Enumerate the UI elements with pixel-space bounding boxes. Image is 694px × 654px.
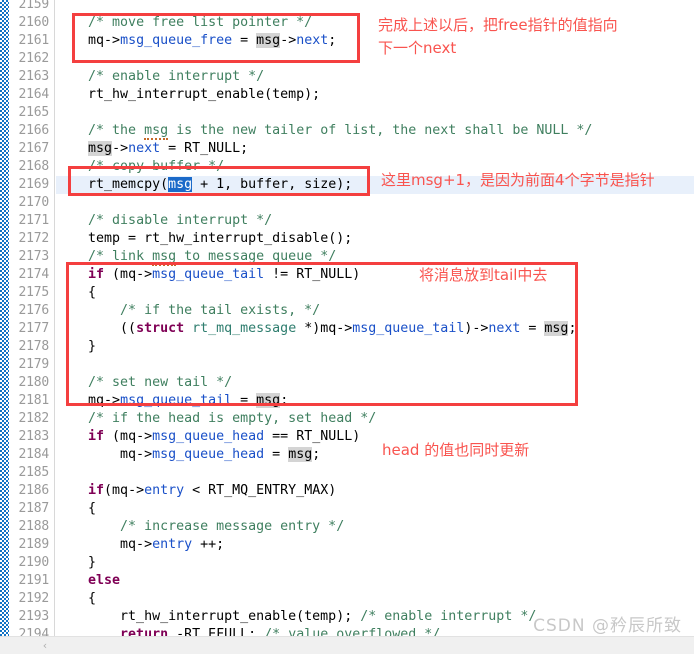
line-number: 2164: [18, 87, 49, 102]
line-number: 2184: [18, 447, 49, 462]
line-number: 2169: [18, 177, 49, 192]
annotation-free-pointer-line2: 下一个next: [378, 39, 457, 57]
annotation-free-pointer-line1: 完成上述以后，把free指针的值指向: [378, 16, 618, 34]
line-number: 2192: [18, 591, 49, 606]
code-line-2187[interactable]: {: [56, 500, 96, 518]
line-number: 2160: [18, 15, 49, 30]
line-number: 2159: [18, 0, 49, 12]
code-line-2188[interactable]: /* increase message entry */: [56, 518, 344, 536]
line-number: 2182: [18, 411, 49, 426]
line-number: 2189: [18, 537, 49, 552]
line-number: 2176: [18, 303, 49, 318]
code-line-2178[interactable]: }: [56, 338, 96, 356]
line-number: 2162: [18, 51, 49, 66]
line-number: 2172: [18, 231, 49, 246]
match-highlight-msg: msg: [256, 393, 281, 408]
annotation-memcpy-note: 这里msg+1，是因为前面4个字节是指针: [381, 171, 655, 189]
code-line-2184[interactable]: mq->msg_queue_head = msg;: [56, 446, 320, 464]
code-line-2173[interactable]: /* link msg to message queue */: [56, 248, 336, 266]
code-line-2189[interactable]: mq->entry ++;: [56, 536, 224, 554]
annotation-tail-note: 将消息放到tail中去: [419, 266, 548, 284]
code-text-area[interactable]: /* move free list pointer */ mq->msg_que…: [56, 0, 694, 636]
line-number: 2177: [18, 321, 49, 336]
line-number: 2165: [18, 105, 49, 120]
code-line-2191[interactable]: else: [56, 572, 120, 590]
match-highlight-msg: msg: [288, 447, 313, 462]
line-number: 2186: [18, 483, 49, 498]
code-line-2161[interactable]: mq->msg_queue_free = msg->next;: [56, 32, 336, 50]
active-selection-msg: msg: [168, 177, 193, 192]
line-number: 2175: [18, 285, 49, 300]
code-line-2164[interactable]: rt_hw_interrupt_enable(temp);: [56, 86, 320, 104]
line-number: 2168: [18, 159, 49, 174]
match-highlight-msg: msg: [256, 33, 281, 48]
csdn-watermark: CSDN @矜辰所致: [533, 616, 682, 636]
line-number: 2167: [18, 141, 49, 156]
code-line-2166[interactable]: /* the msg is the new tailer of list, th…: [56, 122, 592, 140]
line-number: 2173: [18, 249, 49, 264]
line-number: 2161: [18, 33, 49, 48]
line-number: 2187: [18, 501, 49, 516]
code-line-2192[interactable]: {: [56, 590, 96, 608]
code-line-2172[interactable]: temp = rt_hw_interrupt_disable();: [56, 230, 352, 248]
line-number: 2193: [18, 609, 49, 624]
code-line-2183[interactable]: if (mq->msg_queue_head == RT_NULL): [56, 428, 360, 446]
code-line-2176[interactable]: /* if the tail exists, */: [56, 302, 320, 320]
code-line-2168[interactable]: /* copy buffer */: [56, 158, 224, 176]
horizontal-scrollbar[interactable]: ‹: [0, 636, 694, 654]
code-line-2194[interactable]: return -RT_EFULL; /* value overflowed */: [56, 626, 440, 636]
horizontal-scrollbar-thumb[interactable]: [56, 639, 576, 652]
code-line-2177[interactable]: ((struct rt_mq_message *)mq->msg_queue_t…: [56, 320, 576, 338]
line-number: 2166: [18, 123, 49, 138]
spellcheck-squiggle: msg: [152, 249, 177, 266]
code-line-2171[interactable]: /* disable interrupt */: [56, 212, 272, 230]
code-line-2175[interactable]: {: [56, 284, 96, 302]
line-number: 2179: [18, 357, 49, 372]
code-line-2193[interactable]: rt_hw_interrupt_enable(temp); /* enable …: [56, 608, 536, 626]
match-highlight-msg: msg: [544, 321, 569, 336]
code-line-2163[interactable]: /* enable interrupt */: [56, 68, 264, 86]
code-line-2182[interactable]: /* if the head is empty, set head */: [56, 410, 376, 428]
line-number: 2185: [18, 465, 49, 480]
line-number: 2190: [18, 555, 49, 570]
line-number: 2170: [18, 195, 49, 210]
line-number: 2171: [18, 213, 49, 228]
line-number: 2163: [18, 69, 49, 84]
code-editor-pane: 2159 2160 2161 2162 2163 2164 2165 2166 …: [0, 0, 694, 654]
scroll-left-arrow-icon[interactable]: ‹: [36, 637, 54, 654]
code-line-2180[interactable]: /* set new tail */: [56, 374, 232, 392]
line-number: 2174: [18, 267, 49, 282]
comment-token: /* move free list pointer */: [88, 15, 313, 30]
line-number: 2178: [18, 339, 49, 354]
code-line-2160[interactable]: /* move free list pointer */: [56, 14, 312, 32]
match-highlight-msg: msg: [88, 141, 113, 156]
code-line-2186[interactable]: if(mq->entry < RT_MQ_ENTRY_MAX): [56, 482, 336, 500]
line-number-gutter: 2159 2160 2161 2162 2163 2164 2165 2166 …: [9, 0, 55, 642]
line-number: 2188: [18, 519, 49, 534]
annotation-head-note: head 的值也同时更新: [382, 441, 530, 459]
code-line-2167[interactable]: msg->next = RT_NULL;: [56, 140, 248, 158]
line-number: 2191: [18, 573, 49, 588]
code-line-2190[interactable]: }: [56, 554, 96, 572]
code-line-2174[interactable]: if (mq->msg_queue_tail != RT_NULL): [56, 266, 360, 284]
line-number: 2183: [18, 429, 49, 444]
spellcheck-squiggle: msg: [144, 123, 169, 140]
line-number: 2181: [18, 393, 49, 408]
line-number: 2180: [18, 375, 49, 390]
code-line-2181[interactable]: mq->msg_queue_tail = msg;: [56, 392, 288, 410]
